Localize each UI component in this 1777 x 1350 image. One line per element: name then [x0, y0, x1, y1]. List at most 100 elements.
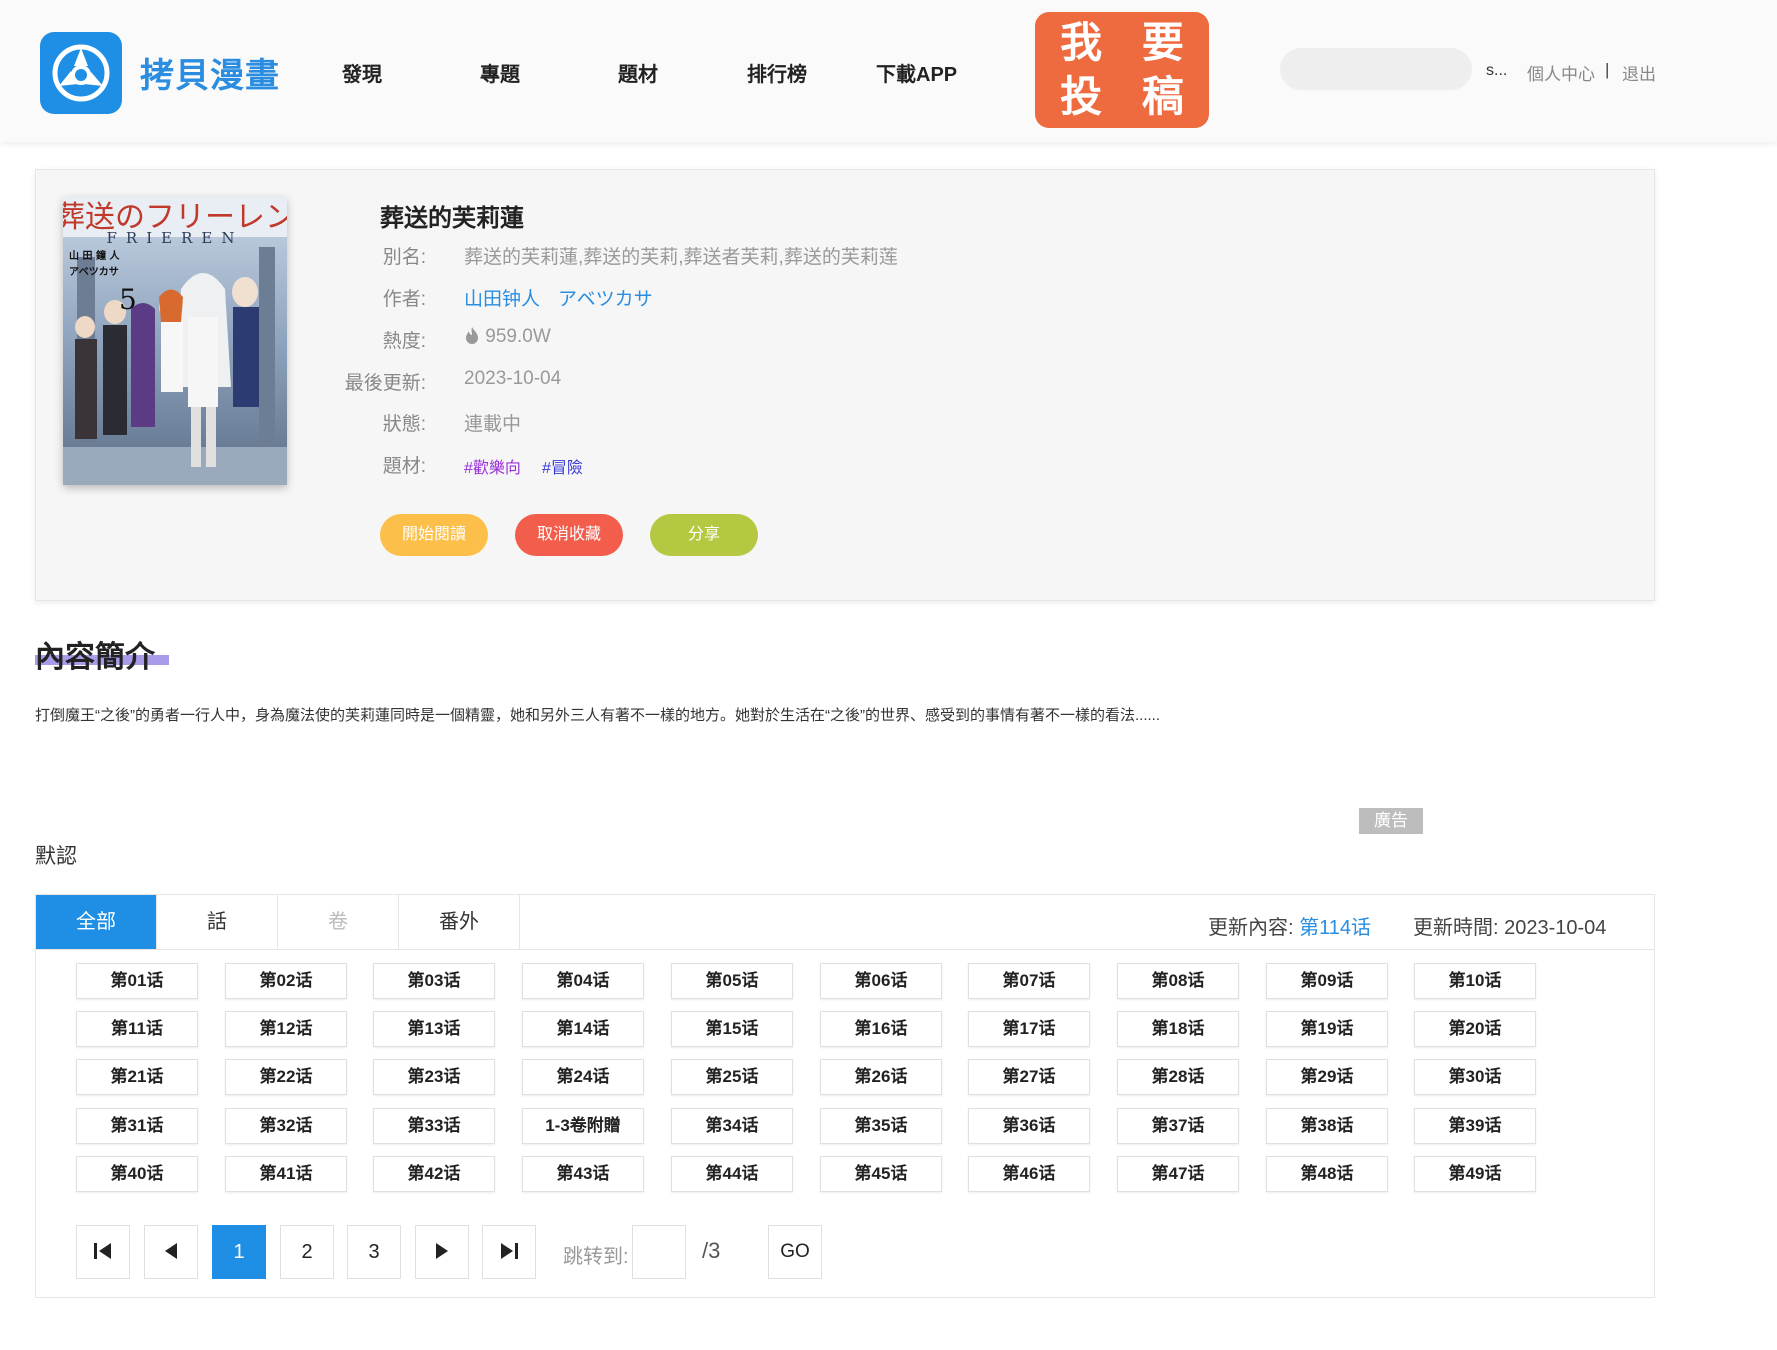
chapter-button[interactable]: 第23话: [373, 1059, 495, 1095]
genre-tag[interactable]: #冒險: [542, 454, 583, 478]
prev-page-button[interactable]: [144, 1225, 198, 1279]
nav-download-app[interactable]: 下載APP: [876, 58, 957, 87]
author-list: 山田钟人 アベツカサ: [464, 284, 671, 311]
cover-volume: 5: [119, 283, 137, 316]
chapter-button[interactable]: 第09话: [1266, 963, 1388, 999]
chapter-button[interactable]: 第36话: [968, 1108, 1090, 1144]
chapter-button[interactable]: 第07话: [968, 963, 1090, 999]
chapter-button[interactable]: 第43话: [522, 1156, 644, 1192]
genre-tag[interactable]: #歡樂向: [464, 454, 521, 478]
chapter-button[interactable]: 第31话: [76, 1108, 198, 1144]
update-content: 更新內容: 第114话: [1208, 911, 1371, 940]
logout-link[interactable]: 退出: [1622, 60, 1656, 85]
heat-value: 959.0W: [485, 326, 551, 347]
chapter-button[interactable]: 第24话: [522, 1059, 644, 1095]
last-page-button[interactable]: [482, 1225, 536, 1279]
chapter-button[interactable]: 第03话: [373, 963, 495, 999]
genre-label: 題材:: [382, 456, 426, 477]
chapter-button[interactable]: 第14话: [522, 1011, 644, 1047]
jump-page-input[interactable]: [632, 1225, 686, 1279]
chapter-button[interactable]: 第47话: [1117, 1156, 1239, 1192]
chapter-button[interactable]: 第05话: [671, 963, 793, 999]
cover-author-2: アベツカサ: [69, 266, 119, 278]
chapter-button[interactable]: 1-3卷附贈: [522, 1108, 644, 1144]
chapter-button[interactable]: 第19话: [1266, 1011, 1388, 1047]
chapter-button[interactable]: 第27话: [968, 1059, 1090, 1095]
chapter-button[interactable]: 第48话: [1266, 1156, 1388, 1192]
intro-text: 打倒魔王“之後”的勇者一行人中，身為魔法使的芙莉蓮同時是一個精靈，她和另外三人有…: [35, 707, 1160, 724]
chapter-button[interactable]: 第26话: [820, 1059, 942, 1095]
chapter-button[interactable]: 第01话: [76, 963, 198, 999]
first-page-button[interactable]: [76, 1225, 130, 1279]
share-button[interactable]: 分享: [650, 514, 758, 556]
submit-work-button[interactable]: 我 要 投 稿: [1035, 12, 1209, 128]
page-button-2[interactable]: 2: [280, 1225, 334, 1279]
cover-title-en: FRIEREN: [107, 229, 244, 247]
search-input[interactable]: [1280, 48, 1472, 90]
chapter-button[interactable]: 第42话: [373, 1156, 495, 1192]
latest-chapter-link[interactable]: 第114话: [1299, 917, 1371, 939]
chapter-button[interactable]: 第45话: [820, 1156, 942, 1192]
chapter-button[interactable]: 第13话: [373, 1011, 495, 1047]
chapter-button[interactable]: 第08话: [1117, 963, 1239, 999]
chapter-button[interactable]: 第16话: [820, 1011, 942, 1047]
chapter-button[interactable]: 第11话: [76, 1011, 198, 1047]
chapter-button[interactable]: 第37话: [1117, 1108, 1239, 1144]
go-button[interactable]: GO: [768, 1225, 822, 1279]
submit-line-2: 投 稿: [1060, 73, 1198, 120]
chapter-button[interactable]: 第49话: [1414, 1156, 1536, 1192]
nav-rankings[interactable]: 排行榜: [747, 58, 807, 87]
chapter-button[interactable]: 第28话: [1117, 1059, 1239, 1095]
nav-topics[interactable]: 專題: [480, 58, 520, 87]
next-page-button[interactable]: [415, 1225, 469, 1279]
chapter-button[interactable]: 第25话: [671, 1059, 793, 1095]
site-name[interactable]: 拷貝漫畫: [140, 48, 280, 97]
update-time-label: 更新時間:: [1413, 917, 1499, 939]
chapter-button[interactable]: 第20话: [1414, 1011, 1536, 1047]
user-name[interactable]: s...: [1486, 62, 1507, 80]
tab-extras[interactable]: 番外: [399, 895, 520, 949]
tab-volumes[interactable]: 卷: [278, 895, 399, 949]
personal-center-link[interactable]: 個人中心: [1527, 60, 1595, 85]
chapter-button[interactable]: 第22话: [225, 1059, 347, 1095]
chapter-button[interactable]: 第39话: [1414, 1108, 1536, 1144]
chapter-button[interactable]: 第21话: [76, 1059, 198, 1095]
nav-discover[interactable]: 發現: [342, 58, 382, 87]
logo-icon[interactable]: [40, 32, 122, 114]
chapter-button[interactable]: 第17话: [968, 1011, 1090, 1047]
chapter-button[interactable]: 第12话: [225, 1011, 347, 1047]
nav-genres[interactable]: 題材: [618, 58, 658, 87]
chapter-button[interactable]: 第06话: [820, 963, 942, 999]
chapter-button[interactable]: 第15话: [671, 1011, 793, 1047]
chapter-button[interactable]: 第44话: [671, 1156, 793, 1192]
update-content-label: 更新內容:: [1208, 917, 1294, 939]
comic-cover-image[interactable]: 葬送のフリーレン FRIEREN 山 田 鐘 人 アベツカサ 5: [63, 197, 287, 485]
chapter-button[interactable]: 第35话: [820, 1108, 942, 1144]
sort-default-label[interactable]: 默認: [35, 840, 77, 870]
chapter-button[interactable]: 第46话: [968, 1156, 1090, 1192]
unfavorite-button[interactable]: 取消收藏: [515, 514, 623, 556]
start-reading-button[interactable]: 開始閱讀: [380, 514, 488, 556]
update-time: 更新時間: 2023-10-04: [1413, 911, 1606, 940]
chapter-button[interactable]: 第41话: [225, 1156, 347, 1192]
tabs-divider: [36, 949, 1654, 950]
author-link[interactable]: アベツカサ: [558, 289, 653, 310]
chapter-button[interactable]: 第29话: [1266, 1059, 1388, 1095]
chapter-button[interactable]: 第32话: [225, 1108, 347, 1144]
update-time-value: 2023-10-04: [1504, 917, 1607, 939]
author-link[interactable]: 山田钟人: [464, 289, 540, 310]
page-button-3[interactable]: 3: [347, 1225, 401, 1279]
page-button-1[interactable]: 1: [212, 1225, 266, 1279]
chapter-button[interactable]: 第04话: [522, 963, 644, 999]
chapter-button[interactable]: 第10话: [1414, 963, 1536, 999]
chapter-button[interactable]: 第40话: [76, 1156, 198, 1192]
tab-all[interactable]: 全部: [36, 895, 157, 949]
chapter-button[interactable]: 第30话: [1414, 1059, 1536, 1095]
chapter-button[interactable]: 第34话: [671, 1108, 793, 1144]
chapter-button[interactable]: 第02话: [225, 963, 347, 999]
chapter-button[interactable]: 第38话: [1266, 1108, 1388, 1144]
heat-value-row: 959.0W: [464, 326, 551, 348]
chapter-button[interactable]: 第33话: [373, 1108, 495, 1144]
tab-episodes[interactable]: 話: [157, 895, 278, 949]
chapter-button[interactable]: 第18话: [1117, 1011, 1239, 1047]
